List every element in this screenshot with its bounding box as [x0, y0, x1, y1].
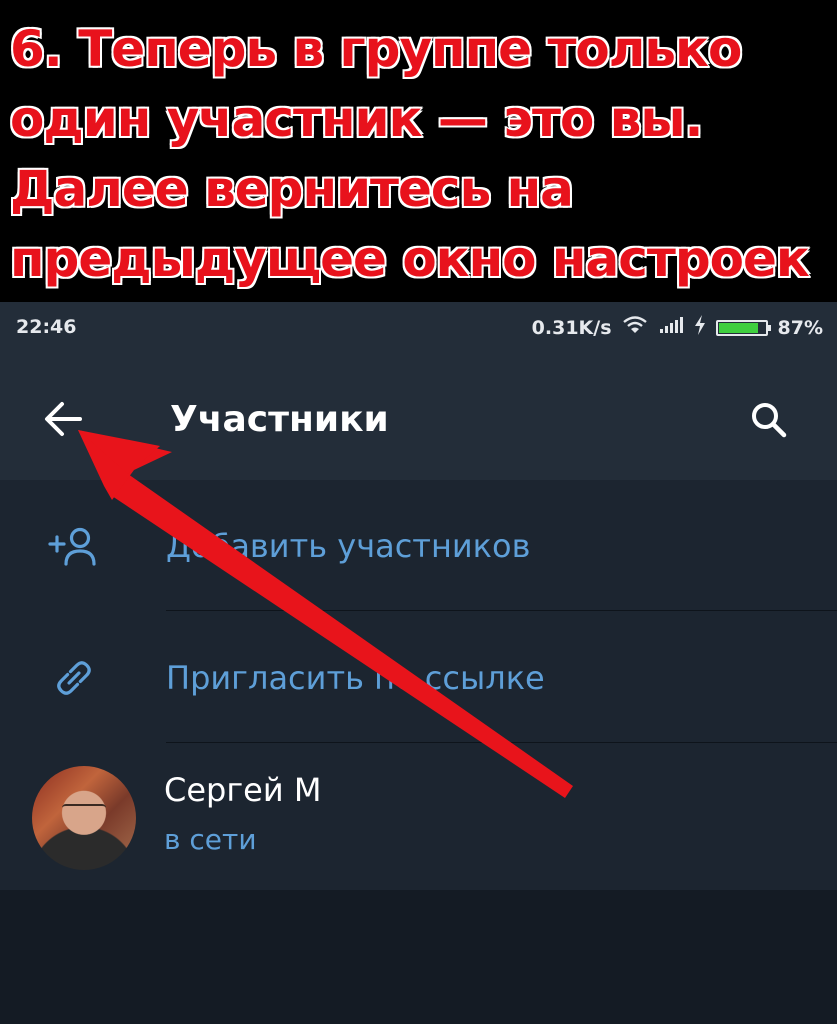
divider [166, 742, 837, 743]
search-icon [752, 403, 787, 438]
wifi-icon [622, 315, 648, 340]
members-list: Добавить участников Пригласить по ссылке… [0, 480, 837, 890]
avatar-glasses [62, 804, 106, 816]
invite-link-button[interactable]: Пригласить по ссылке [0, 612, 837, 742]
avatar [32, 766, 136, 870]
member-status: в сети [164, 823, 257, 856]
network-speed: 0.31K/s [531, 316, 612, 339]
battery-percent: 87% [777, 316, 823, 339]
page-title: Участники [170, 399, 389, 440]
app-bar: Участники [0, 354, 837, 480]
invite-link-label: Пригласить по ссылке [166, 659, 545, 697]
charging-icon [694, 315, 706, 340]
status-bar: 22:46 0.31K/s 87% [0, 302, 837, 354]
signal-icon [658, 316, 684, 339]
member-name: Сергей М [164, 771, 322, 809]
battery-fill [718, 322, 759, 333]
instruction-banner: 6. Теперь в группе только один участник … [0, 0, 837, 302]
back-button[interactable] [36, 392, 92, 448]
member-row[interactable]: Сергей М в сети [0, 744, 837, 890]
arrow-left-icon [45, 402, 82, 436]
instruction-text: 6. Теперь в группе только один участник … [9, 19, 811, 289]
status-time: 22:46 [16, 316, 77, 338]
status-indicators: 0.31K/s 87% [532, 315, 823, 340]
empty-area [0, 890, 837, 1024]
add-members-label: Добавить участников [166, 527, 531, 565]
add-members-button[interactable]: Добавить участников [0, 480, 837, 610]
search-button[interactable] [741, 392, 797, 448]
divider [166, 610, 837, 611]
battery-icon [715, 319, 771, 336]
add-user-icon [46, 518, 102, 574]
link-icon [46, 650, 102, 706]
